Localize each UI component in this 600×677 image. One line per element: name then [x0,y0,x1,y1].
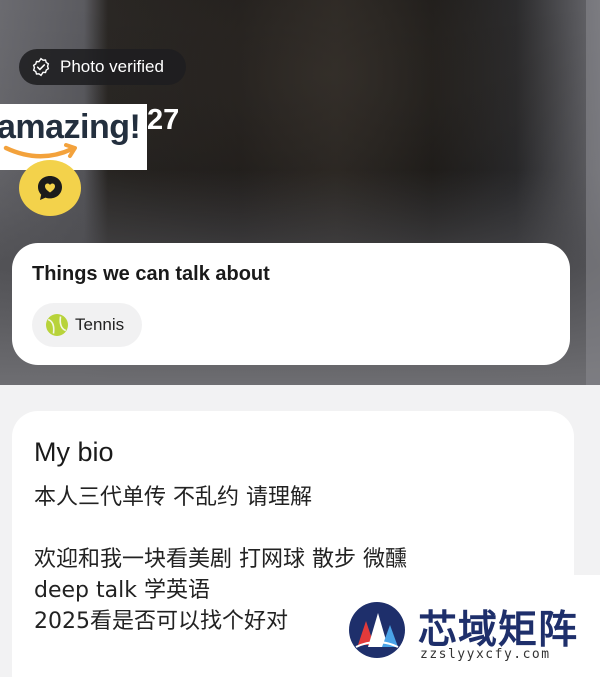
talk-about-title: Things we can talk about [32,263,270,285]
bio-line: 本人三代单传 不乱约 请理解 [34,485,312,510]
like-button[interactable] [19,160,81,216]
watermark-url: zzslyyxcfy.com [420,647,551,662]
site-watermark: 芯域矩阵 zzslyyxcfy.com [332,575,600,677]
interest-chip-tennis[interactable]: Tennis [32,303,142,347]
photo-verified-badge: Photo verified [19,49,186,85]
bio-blank-line [34,513,552,544]
amazon-ad-overlay[interactable]: amazing! [0,104,147,170]
tennis-ball-icon [46,314,68,336]
watermark-logo-icon [349,602,405,658]
bio-title: My bio [34,437,114,467]
interest-chip-label: Tennis [75,315,125,334]
heart-chat-icon [38,176,62,200]
photo-edge [586,0,600,385]
profile-age: 27 [147,104,180,136]
verified-label: Photo verified [60,57,164,76]
talk-about-card: Things we can talk about Tennis [12,243,570,365]
verified-check-icon [32,57,50,77]
bio-line: 欢迎和我一块看美剧 打网球 散步 微醺 [34,547,407,572]
